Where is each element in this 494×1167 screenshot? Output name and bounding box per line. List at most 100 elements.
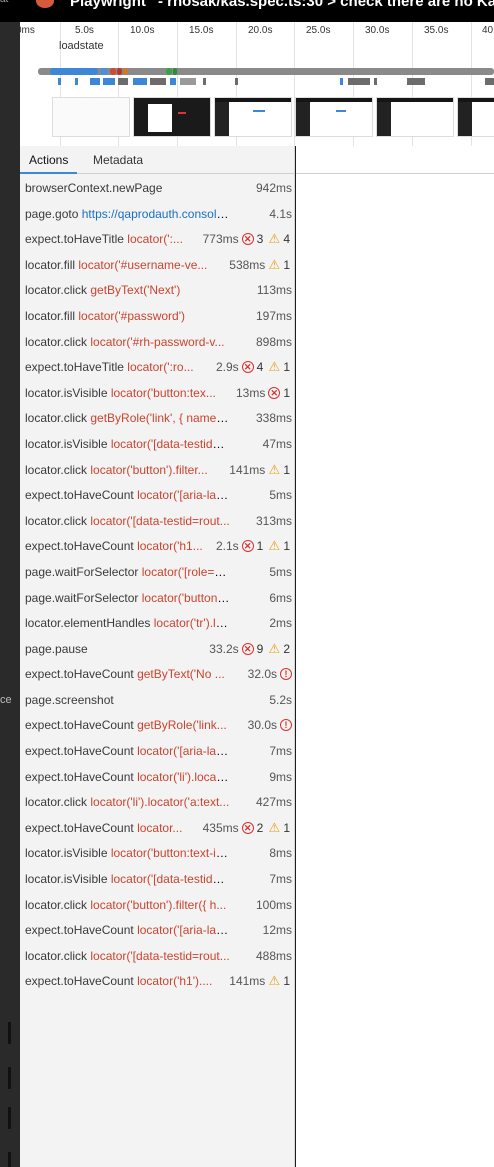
action-stats: 338ms [252, 411, 292, 426]
action-duration: 33.2s [209, 641, 239, 656]
action-row[interactable]: locator.click locator('#rh-password-v...… [20, 329, 295, 355]
timeline-action-bar [100, 68, 108, 75]
action-selector: locator('h1... [137, 539, 203, 554]
screenshot-thumbnail[interactable] [295, 97, 373, 137]
action-text: locator.click locator('button').filter..… [25, 463, 230, 477]
playwright-logo-icon [36, 0, 54, 8]
action-row[interactable]: locator.isVisible locator('[data-testid=… [20, 431, 295, 457]
action-api: expect.toHaveCount [25, 488, 134, 503]
timeline-tick: 40 [482, 25, 494, 36]
action-stats: 538ms ⚠ 1 [226, 257, 292, 272]
action-duration: 6ms [269, 590, 292, 605]
action-selector: locator('button:has... [141, 590, 230, 605]
timeline-event [118, 78, 128, 85]
action-text: locator.click locator('#rh-password-v... [25, 335, 230, 349]
action-text: locator.click locator('li').locator('a:t… [25, 795, 230, 809]
action-duration: 488ms [255, 948, 292, 963]
action-duration: 2.1s [215, 539, 239, 554]
error-circle-icon: ✕ [241, 540, 254, 553]
thumbnail-sidebar [215, 98, 229, 136]
action-row[interactable]: page.goto https://qaprodauth.console.re.… [20, 201, 295, 227]
action-row[interactable]: locator.isVisible locator('[data-testid=… [20, 866, 295, 892]
action-stats: 6ms [266, 590, 292, 605]
action-row[interactable]: expect.toHaveCount locator('[aria-label=… [20, 738, 295, 764]
action-row[interactable]: expect.toHaveCount getByRole('link... 30.… [20, 712, 295, 738]
action-row[interactable]: expect.toHaveCount locator('h1').... 141m… [20, 968, 295, 994]
test-path: - rhosak/kas.spec.ts:30 > check there ar… [158, 0, 494, 10]
warning-triangle-icon: ⚠ [268, 973, 281, 989]
action-row[interactable]: expect.toHaveTitle locator(':... 773ms ✕ 3 ⚠… [20, 226, 295, 252]
action-row[interactable]: locator.isVisible locator('button:text-i… [20, 840, 295, 866]
action-duration: 100ms [255, 897, 292, 912]
strip-mark [8, 1067, 11, 1089]
action-row[interactable]: expect.toHaveCount locator('[aria-label.… [20, 917, 295, 943]
action-stats: 7ms [266, 744, 292, 759]
warning-triangle-icon: ⚠ [268, 461, 281, 477]
action-selector: locator('#username-ve... [78, 257, 208, 272]
action-row[interactable]: page.waitForSelector locator('button:has… [20, 585, 295, 611]
timeline-tick: 0ms [20, 25, 35, 36]
action-row[interactable]: page.pause 33.2s ✕ 9 ⚠ 2 [20, 636, 295, 662]
action-duration: 47ms [262, 436, 292, 451]
action-row[interactable]: expect.toHaveCount getByText('No ... 32.0… [20, 661, 295, 687]
action-stats: 5ms [266, 564, 292, 579]
action-duration: 2.9s [215, 360, 239, 375]
action-row[interactable]: expect.toHaveTitle locator(':ro... 2.9s ✕ 4… [20, 354, 295, 380]
action-api: expect.toHaveCount [25, 718, 134, 733]
left-window-strip: ce [0, 22, 20, 1167]
action-row[interactable]: expect.toHaveCount locator('li').locator… [20, 764, 295, 790]
action-duration: 427ms [255, 795, 292, 810]
action-stats: 435ms ✕ 2 ⚠ 1 [199, 820, 292, 835]
action-stats: 942ms [252, 181, 292, 195]
timeline-tick: 20.0s [248, 25, 273, 36]
error-circle-icon: ✕ [241, 821, 254, 834]
screenshot-thumbnail[interactable] [133, 97, 211, 137]
action-row[interactable]: locator.fill locator('#password') 197ms [20, 303, 295, 329]
action-row[interactable]: page.screenshot 5.2s [20, 687, 295, 713]
action-row[interactable]: expect.toHaveCount locator('[aria-label.… [20, 482, 295, 508]
screenshot-thumbnail[interactable] [457, 97, 494, 137]
action-row[interactable]: browserContext.newPage 942ms [20, 175, 295, 201]
action-stats: 141ms ⚠ 1 [226, 461, 292, 477]
action-duration: 313ms [255, 513, 292, 528]
action-row[interactable]: locator.elementHandles locator('tr').loc… [20, 610, 295, 636]
action-api: locator.fill [25, 308, 76, 323]
timeline-event [235, 78, 238, 85]
action-stats: 13ms ✕ 1 [232, 385, 292, 400]
warning-count: 1 [283, 539, 290, 554]
action-selector: locator('[data-testid=rout... [90, 513, 230, 528]
action-row[interactable]: expect.toHaveCount locator('h1... 2.1s ✕ 1 ⚠… [20, 533, 295, 559]
action-row[interactable]: locator.click locator('[data-testid=rout… [20, 508, 295, 534]
action-text: expect.toHaveCount locator('[aria-label=… [25, 744, 230, 758]
action-row[interactable]: expect.toHaveCount locator... 435ms ✕ 2 ⚠ 1 [20, 815, 295, 841]
action-duration: 113ms [256, 283, 292, 298]
timeline-action-bar [50, 68, 98, 75]
tab-metadata[interactable]: Metadata [84, 146, 152, 174]
action-row[interactable]: locator.click getByRole('link', { name: … [20, 405, 295, 431]
action-text: locator.elementHandles locator('tr').loc… [25, 616, 230, 630]
action-row[interactable]: locator.click locator('[data-testid=rout… [20, 943, 295, 969]
timeline[interactable]: 0ms 5.0s 10.0s 15.0s 20.0s 25.0s 30.0s 3… [20, 22, 494, 146]
action-api: locator.click [25, 948, 88, 963]
action-row[interactable]: locator.click locator('button').filter({… [20, 892, 295, 918]
action-row[interactable]: locator.click getByText('Next') 113ms [20, 277, 295, 303]
screenshot-thumbnail[interactable] [214, 97, 292, 137]
detail-panel [296, 146, 494, 1167]
action-row[interactable]: locator.fill locator('#username-ve... 538… [20, 252, 295, 278]
timeline-event [58, 78, 61, 85]
warning-triangle-icon: ⚠ [268, 231, 281, 247]
tab-actions[interactable]: Actions [20, 146, 78, 174]
action-api: expect.toHaveCount [25, 539, 134, 554]
strip-mark [8, 1152, 11, 1167]
action-row[interactable]: locator.click locator('button').filter..… [20, 457, 295, 483]
action-row[interactable]: page.waitForSelector locator('[role=prog… [20, 559, 295, 585]
action-text: page.goto https://qaprodauth.console.re.… [25, 207, 230, 221]
screenshot-thumbnail[interactable] [376, 97, 454, 137]
action-selector: locator('[data-testid=r... [110, 436, 230, 451]
action-row[interactable]: locator.click locator('li').locator('a:t… [20, 789, 295, 815]
action-row[interactable]: locator.isVisible locator('button:tex...… [20, 380, 295, 406]
screenshot-thumbnail[interactable] [52, 97, 130, 137]
error-circle-icon: ✕ [241, 361, 254, 374]
action-selector: locator('button').filter... [90, 462, 208, 477]
error-circle-icon: ✕ [241, 642, 254, 655]
